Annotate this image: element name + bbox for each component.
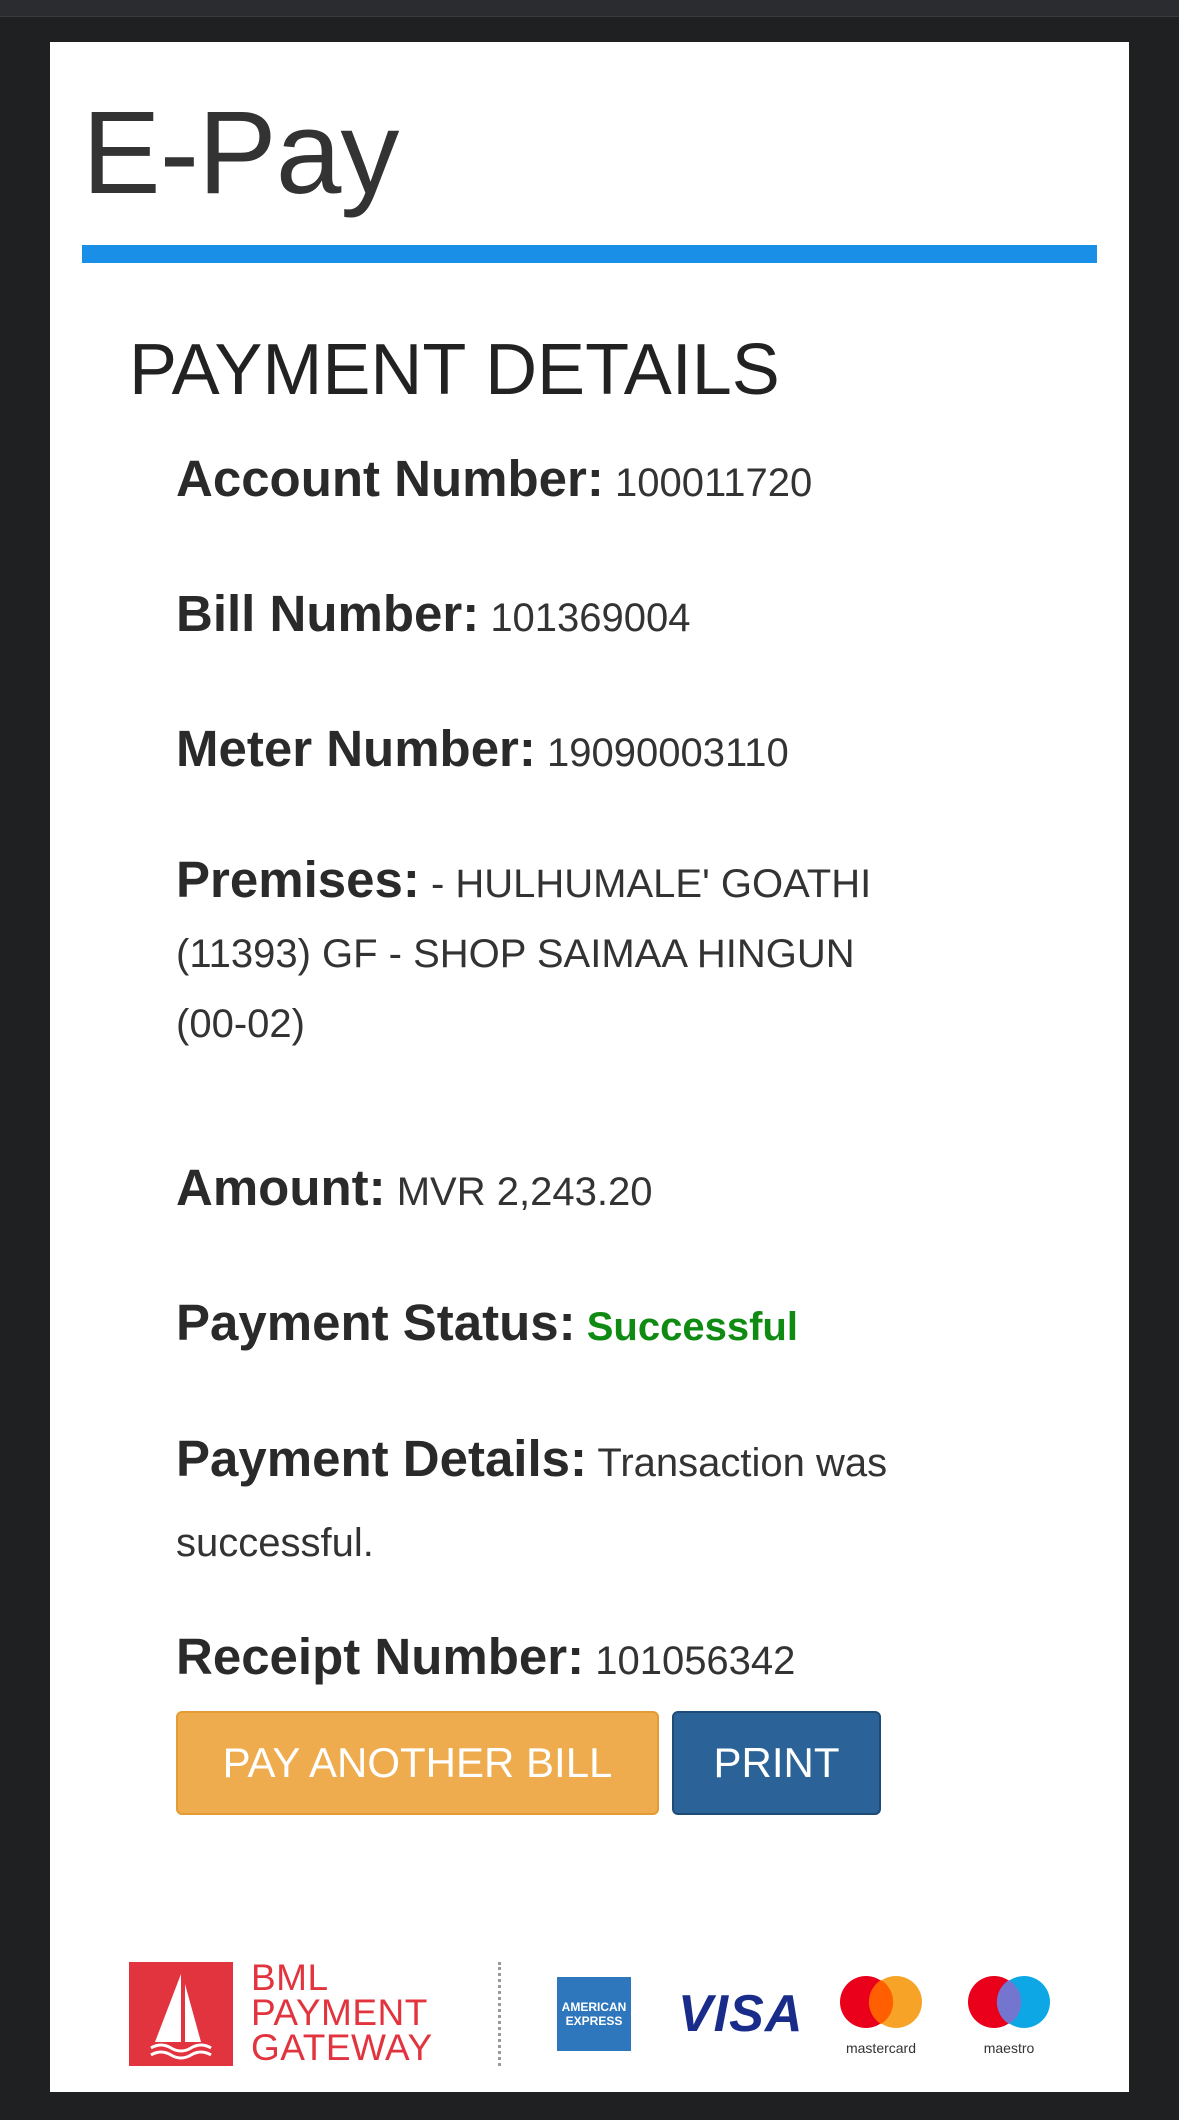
maestro-caption: maestro [983,2040,1035,2056]
gateway-name-line2: PAYMENT [251,1992,428,2033]
bml-logo-icon [129,1962,233,2066]
amount-field: Amount: MVR 2,243.20 [176,1149,996,1231]
account-number-value: 100011720 [614,461,813,505]
receipt-number-field: Receipt Number: 101056342 [176,1618,996,1700]
bill-number-label: Bill Number: [176,585,480,642]
premises-label: Premises: [176,851,420,908]
meter-number-label: Meter Number: [176,720,536,777]
account-number-field: Account Number: 100011720 [176,440,996,522]
american-express-icon: AMERICAN EXPRESS [557,1977,631,2051]
epay-page: E-Pay PAYMENT DETAILS Account Number: 10… [50,42,1129,2092]
amount-label: Amount: [176,1159,386,1216]
meter-number-value: 19090003110 [547,731,789,775]
meter-number-field: Meter Number: 19090003110 [176,710,996,792]
payment-status-value: Successful [586,1305,798,1349]
receipt-number-label: Receipt Number: [176,1628,585,1685]
status-bar [0,0,1179,17]
app-title: E-Pay [82,87,399,219]
footer-divider [498,1962,501,2066]
bill-number-value: 101369004 [490,596,691,640]
maestro-icon: maestro [964,1974,1054,2064]
payment-status-label: Payment Status: [176,1294,576,1351]
header-accent-bar [82,245,1097,263]
pay-another-bill-button[interactable]: PAY ANOTHER BILL [176,1711,659,1815]
receipt-number-value: 101056342 [595,1639,796,1683]
amount-value: MVR 2,243.20 [396,1170,653,1214]
mastercard-icon: mastercard [836,1974,926,2064]
amex-text: AMERICAN EXPRESS [561,2000,627,2028]
account-number-label: Account Number: [176,450,604,507]
payment-gateway-footer: BML PAYMENT GATEWAY AMERICAN EXPRESS VIS… [129,1957,1069,2070]
mastercard-caption: mastercard [845,2040,917,2056]
gateway-name-line1: BML [251,1957,329,1998]
visa-icon: VISA [678,1985,804,2043]
bill-number-field: Bill Number: 101369004 [176,575,996,657]
section-heading: PAYMENT DETAILS [129,330,780,410]
print-button[interactable]: PRINT [672,1711,881,1815]
payment-details-label: Payment Details: [176,1430,587,1487]
payment-status-field: Payment Status: Successful [176,1284,996,1366]
gateway-name-line3: GATEWAY [251,2027,433,2068]
bml-payment-gateway-wordmark: BML PAYMENT GATEWAY [251,1957,433,2068]
